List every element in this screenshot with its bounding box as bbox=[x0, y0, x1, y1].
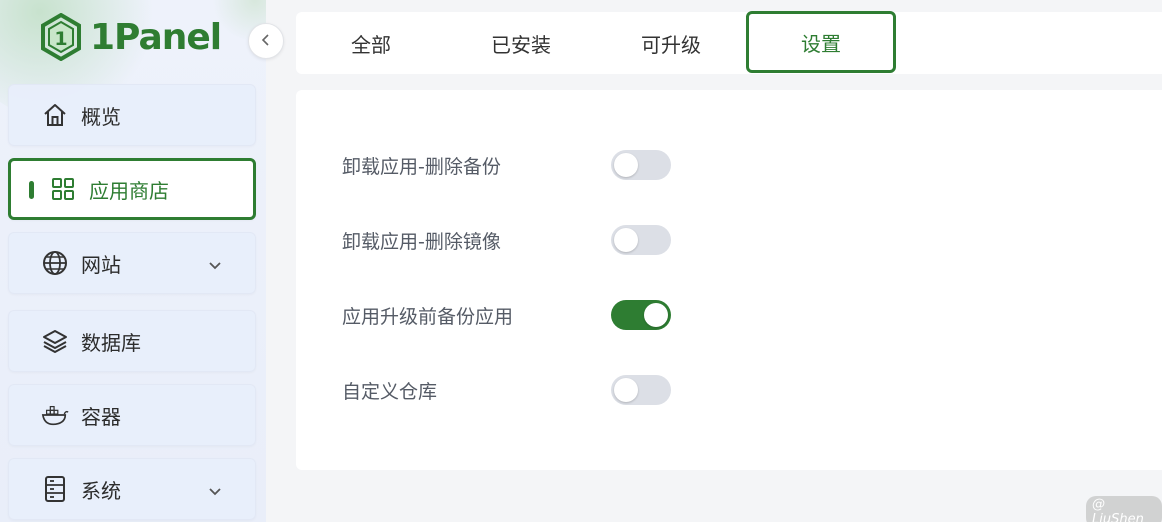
toggle-knob bbox=[614, 378, 638, 402]
setting-label-uninstall-delete-backup: 卸载应用-删除备份 bbox=[342, 156, 501, 178]
tab-installed[interactable]: 已安装 bbox=[446, 12, 596, 74]
toggle-knob bbox=[614, 228, 638, 252]
layers-icon bbox=[41, 327, 69, 355]
brand-logo[interactable]: 1 1Panel bbox=[40, 12, 222, 62]
setting-label-uninstall-delete-image: 卸载应用-删除镜像 bbox=[342, 231, 501, 253]
toggle-knob bbox=[614, 153, 638, 177]
setting-label-custom-repository: 自定义仓库 bbox=[342, 381, 438, 403]
app-store-tabs: 全部 已安装 可升级 设置 bbox=[296, 11, 1162, 74]
server-icon bbox=[41, 475, 69, 503]
chevron-down-icon bbox=[207, 481, 223, 505]
sidebar-item-overview[interactable]: 概览 bbox=[8, 84, 256, 146]
setting-label-backup-before-upgrade: 应用升级前备份应用 bbox=[342, 306, 514, 328]
grid-icon bbox=[49, 175, 77, 203]
sidebar-item-label: 概览 bbox=[81, 104, 121, 129]
home-icon bbox=[41, 101, 69, 129]
sidebar: 1 1Panel 概览 应用商店 网站 数据库 容器 系统 bbox=[0, 0, 266, 522]
collapse-sidebar-button[interactable] bbox=[248, 23, 284, 59]
watermark: @ LiuShen bbox=[1086, 496, 1162, 522]
settings-panel: 卸载应用-删除备份 卸载应用-删除镜像 应用升级前备份应用 自定义仓库 bbox=[296, 90, 1162, 470]
sidebar-item-system[interactable]: 系统 bbox=[8, 458, 256, 520]
sidebar-item-label: 网站 bbox=[81, 252, 121, 277]
brand-name: 1Panel bbox=[90, 16, 222, 58]
sidebar-item-label: 数据库 bbox=[81, 330, 141, 355]
sidebar-item-label: 容器 bbox=[81, 404, 121, 429]
sidebar-item-website[interactable]: 网站 bbox=[8, 232, 256, 294]
toggle-uninstall-delete-image[interactable] bbox=[611, 225, 671, 255]
sidebar-item-container[interactable]: 容器 bbox=[8, 384, 256, 446]
tab-all[interactable]: 全部 bbox=[296, 12, 446, 74]
hexagon-logo-icon: 1 bbox=[41, 13, 81, 61]
toggle-uninstall-delete-backup[interactable] bbox=[611, 150, 671, 180]
svg-text:1: 1 bbox=[54, 28, 67, 50]
chevron-left-icon bbox=[259, 32, 273, 51]
sidebar-item-database[interactable]: 数据库 bbox=[8, 310, 256, 372]
active-indicator bbox=[29, 181, 34, 199]
sidebar-item-label: 应用商店 bbox=[89, 178, 169, 203]
tab-settings[interactable]: 设置 bbox=[746, 11, 896, 73]
toggle-knob bbox=[644, 303, 668, 327]
sidebar-item-app-store[interactable]: 应用商店 bbox=[8, 158, 256, 220]
tab-upgradable[interactable]: 可升级 bbox=[596, 12, 746, 74]
globe-icon bbox=[41, 249, 69, 277]
chevron-down-icon bbox=[207, 255, 223, 279]
docker-icon bbox=[41, 401, 69, 429]
toggle-custom-repository[interactable] bbox=[611, 375, 671, 405]
sidebar-item-label: 系统 bbox=[81, 478, 121, 503]
toggle-backup-before-upgrade[interactable] bbox=[611, 300, 671, 330]
